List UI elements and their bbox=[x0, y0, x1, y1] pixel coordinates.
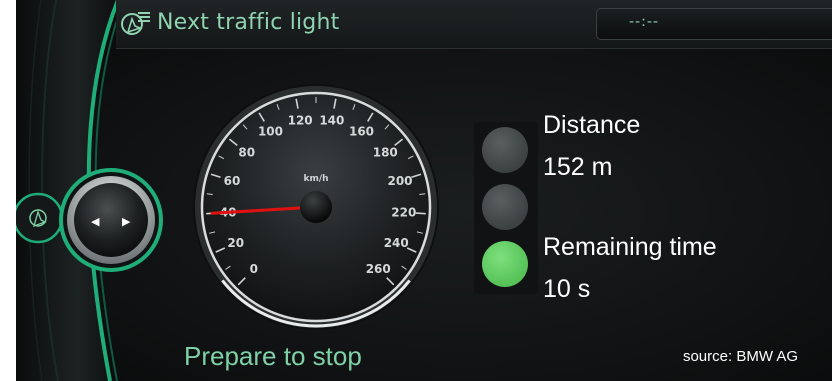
gauge-tick-label: 140 bbox=[319, 113, 344, 127]
arrow-right-icon[interactable]: ▶ bbox=[122, 215, 131, 228]
clock-value: --:-- bbox=[629, 14, 659, 30]
gauge-tick-label: 100 bbox=[258, 125, 283, 139]
page-title: Next traffic light bbox=[157, 10, 340, 35]
distance-value: 152 m bbox=[543, 153, 613, 181]
gauge-tick-label: 20 bbox=[227, 236, 244, 250]
remaining-time-label: Remaining time bbox=[543, 233, 717, 261]
controller-button-ring[interactable] bbox=[16, 192, 64, 244]
navigation-screen: Next traffic light --:-- ◀ ▶ 0 20 40 60 … bbox=[16, 0, 832, 381]
traffic-light-lamp-bottom bbox=[482, 241, 528, 287]
gauge-tick-label: 260 bbox=[366, 262, 391, 276]
traffic-light-lamp-middle bbox=[482, 184, 528, 230]
gauge-tick-label: 180 bbox=[373, 146, 398, 160]
arrow-left-icon[interactable]: ◀ bbox=[91, 215, 100, 228]
remaining-time-value: 10 s bbox=[543, 275, 591, 303]
traffic-light bbox=[474, 122, 538, 294]
gauge-tick-label: 220 bbox=[391, 205, 416, 219]
gauge-tick-label: 240 bbox=[384, 236, 409, 250]
speed-unit-label: km/h bbox=[303, 174, 328, 184]
gauge-tick-label: 200 bbox=[387, 174, 412, 188]
speedometer-gauge: 020406080100120 140160180200220240260 km/… bbox=[193, 84, 439, 330]
gauge-tick-label: 80 bbox=[238, 146, 255, 160]
clock-display: --:-- bbox=[596, 8, 832, 40]
gauge-tick bbox=[415, 212, 426, 215]
gauge-tick-label: 120 bbox=[288, 113, 313, 127]
needle-hub bbox=[300, 191, 332, 223]
gauge-tick-label: 60 bbox=[224, 174, 241, 188]
status-message: Prepare to stop bbox=[184, 341, 362, 371]
gauge-tick-label: 0 bbox=[250, 262, 258, 276]
controller-knob[interactable]: ◀ ▶ bbox=[16, 160, 166, 280]
source-credit: source: BMW AG bbox=[682, 348, 798, 365]
traffic-light-lamp-top bbox=[482, 127, 528, 173]
traffic-light-navigation-icon bbox=[121, 12, 150, 35]
distance-label: Distance bbox=[543, 111, 641, 139]
gauge-tick-label: 160 bbox=[349, 125, 374, 139]
